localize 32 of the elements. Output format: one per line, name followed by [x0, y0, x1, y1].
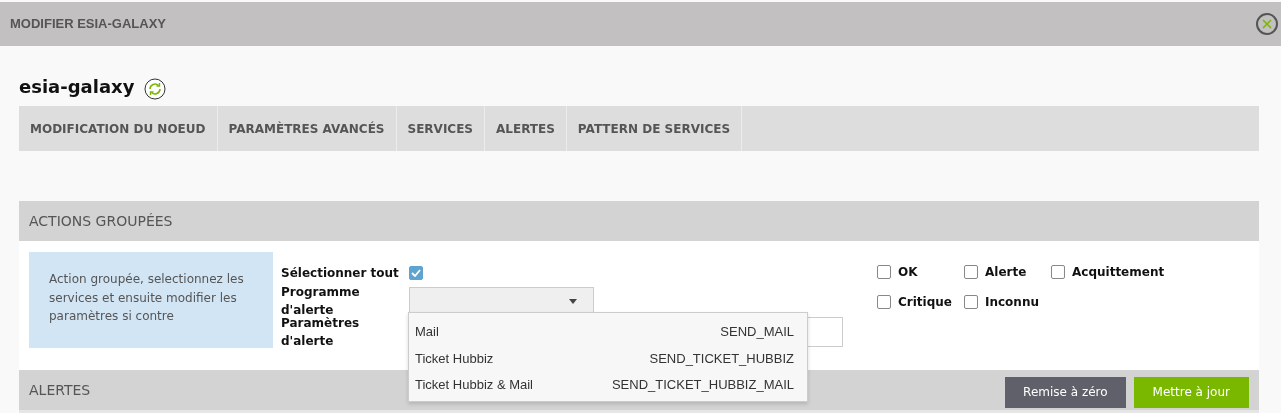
tab[interactable]: PARAMÈTRES AVANCÉS [217, 106, 397, 151]
reset-button[interactable]: Remise à zéro [1005, 376, 1126, 408]
checkbox-label: Critique [898, 294, 952, 311]
tab[interactable]: MODIFICATION DU NOEUD [19, 106, 218, 151]
checkbox-label: OK [898, 264, 918, 281]
close-icon [1262, 19, 1272, 29]
section-title: ALERTES [29, 380, 91, 400]
window-title: MODIFIER ESIA-GALAXY [10, 15, 166, 34]
tab[interactable]: ALERTES [485, 106, 567, 151]
dropdown-option[interactable]: Ticket Hubbiz & Mail SEND_TICKET_HUBBIZ_MAIL [409, 372, 807, 399]
checkbox[interactable] [409, 266, 423, 280]
info-panel: Action groupée, selectionnez les services et ensuite modifier les paramètres si contre [29, 252, 273, 348]
close-button[interactable] [1256, 13, 1278, 35]
checkbox-label: Alerte [985, 264, 1027, 281]
checkbox[interactable] [877, 295, 891, 309]
caret-icon [569, 298, 577, 304]
checkbox-label: Inconnu [985, 294, 1039, 311]
tab[interactable]: SERVICES [396, 106, 485, 151]
field-label: Programme d'alerte [281, 284, 361, 317]
checkbox[interactable] [964, 265, 978, 279]
checkbox[interactable] [1051, 265, 1065, 279]
checkbox[interactable] [877, 265, 891, 279]
refresh-icon[interactable] [144, 78, 167, 100]
checkbox-label: Acquittement [1072, 264, 1165, 281]
dropdown-option[interactable]: Ticket Hubbiz SEND_TICKET_HUBBIZ [409, 345, 807, 372]
tab[interactable]: PATTERN DE SERVICES [566, 106, 743, 151]
node-title: esia-galaxy [19, 74, 135, 99]
dropdown-option[interactable]: Mail SEND_MAIL [409, 319, 807, 346]
field-label: Sélectionner tout [281, 265, 400, 282]
section-title: ACTIONS GROUPÉES [29, 211, 173, 231]
checkbox[interactable] [964, 295, 978, 309]
field-label: Paramètres d'alerte [281, 315, 361, 350]
